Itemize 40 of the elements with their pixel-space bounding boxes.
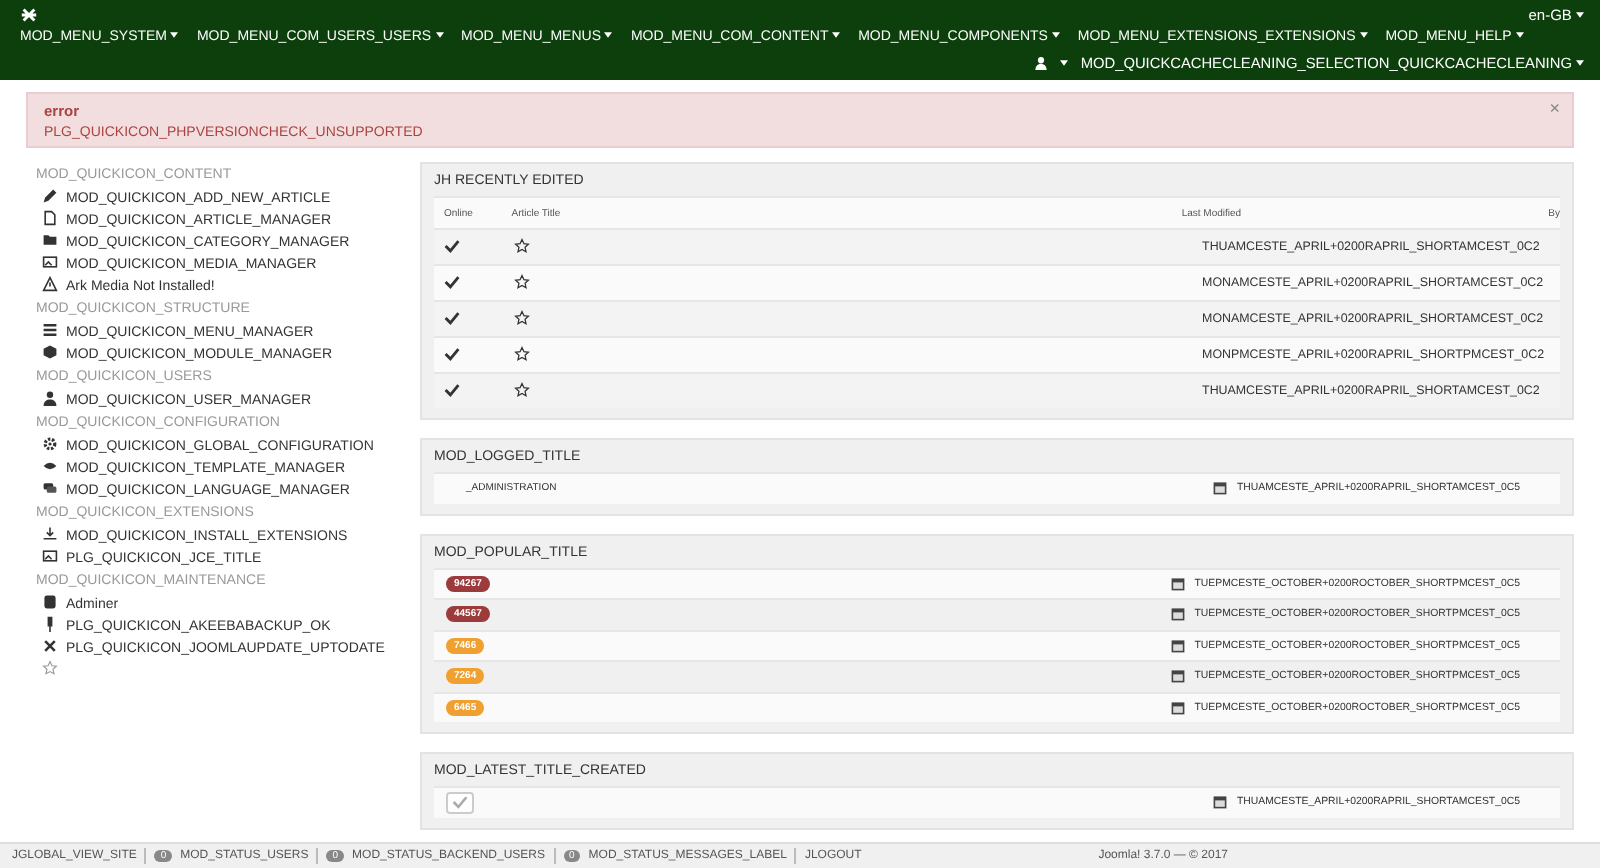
download-icon [42,526,58,542]
caret-icon [1515,32,1524,38]
caret-icon [435,32,443,38]
caret-icon [1359,32,1368,38]
caret-icon [170,32,179,38]
warning-icon [42,276,58,292]
star-icon[interactable] [513,310,530,326]
star-icon[interactable] [513,346,530,362]
pencil-icon [42,188,58,204]
check-icon[interactable] [444,346,460,362]
file-icon [42,210,58,226]
list-icon [42,322,58,338]
check-icon[interactable] [444,274,460,290]
chat-icon [42,480,58,496]
caret-icon [1576,11,1584,17]
check-icon[interactable] [444,382,460,398]
star-icon[interactable] [513,382,530,398]
pin-icon [42,616,58,632]
image-icon [42,254,58,270]
caret-icon [1060,59,1069,65]
star-icon[interactable] [513,238,530,254]
caret-icon [1576,59,1584,65]
user-icon[interactable] [1034,55,1049,69]
calendar-icon [1212,480,1229,497]
folder-icon [42,232,58,248]
settings-icon [42,436,58,452]
caret-icon [1051,32,1060,38]
cube-icon [42,344,58,360]
caret-icon [832,32,841,38]
calendar-icon [1212,794,1229,811]
star-icon [42,660,58,676]
caret-icon [604,32,613,38]
image-icon [42,548,58,564]
check-icon[interactable] [444,238,460,254]
user-icon [42,390,58,406]
eye-icon [42,458,58,474]
check-icon[interactable] [444,310,460,326]
star-icon[interactable] [513,274,530,290]
database-icon [42,594,58,610]
published-toggle[interactable] [446,791,474,814]
